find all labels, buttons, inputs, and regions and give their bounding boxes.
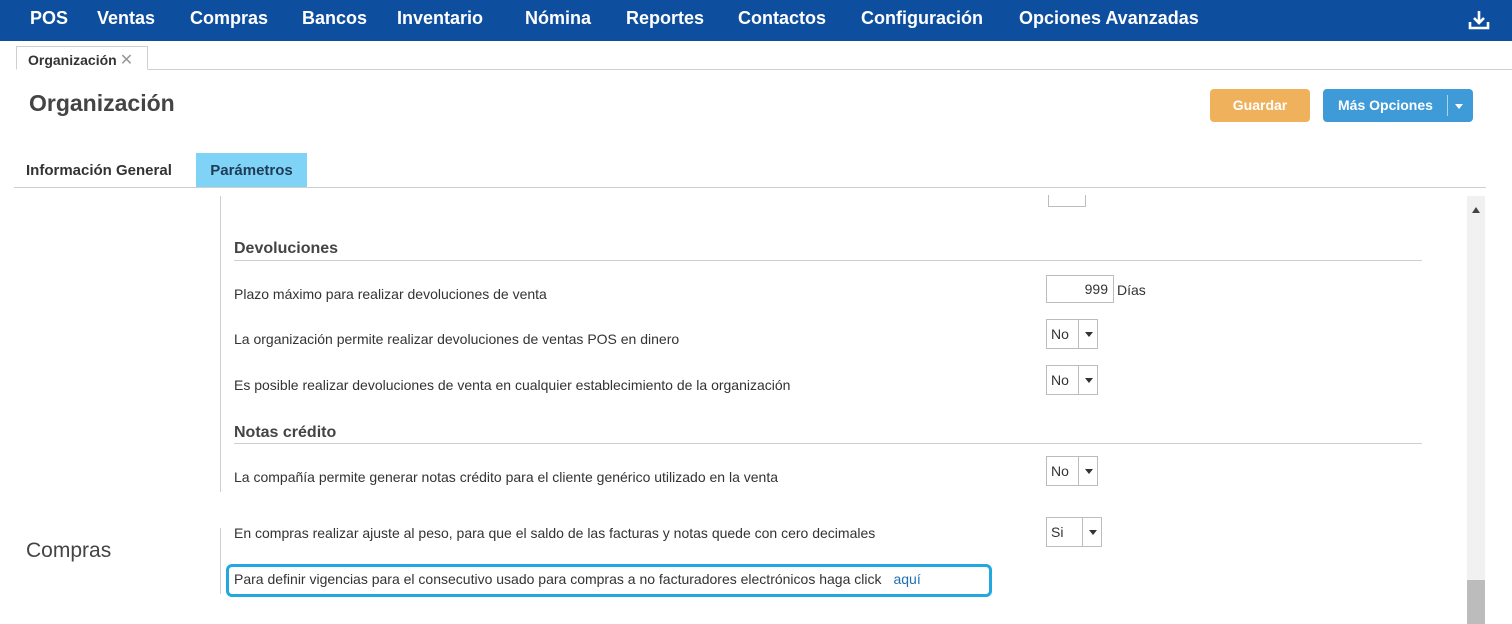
divider bbox=[234, 260, 1422, 261]
more-options-label: Más Opciones bbox=[1338, 97, 1433, 113]
scroll-up-icon[interactable] bbox=[1472, 207, 1480, 213]
nav-item-compras[interactable]: Compras bbox=[190, 8, 268, 29]
devolucion-dinero-label: La organización permite realizar devoluc… bbox=[234, 331, 680, 347]
chevron-down-icon bbox=[1089, 530, 1097, 535]
compras-vigencias-text: Para definir vigencias para el consecuti… bbox=[234, 571, 921, 587]
page-title: Organización bbox=[29, 90, 175, 116]
compras-ajuste-label: En compras realizar ajuste al peso, para… bbox=[234, 525, 876, 541]
compras-vigencias-label: Para definir vigencias para el consecuti… bbox=[234, 571, 882, 587]
section-tabs: Información General Parámetros bbox=[14, 153, 1486, 188]
nav-item-ventas[interactable]: Ventas bbox=[97, 8, 155, 29]
chevron-down-icon bbox=[1085, 469, 1093, 474]
nav-item-bancos[interactable]: Bancos bbox=[302, 8, 367, 29]
section-title-notas-credito: Notas crédito bbox=[234, 424, 337, 441]
nav-item-inventario[interactable]: Inventario bbox=[397, 8, 483, 29]
select-divider bbox=[1078, 457, 1079, 485]
section-title-compras: Compras bbox=[26, 539, 112, 562]
save-button[interactable]: Guardar bbox=[1210, 89, 1310, 122]
select-value: No bbox=[1051, 463, 1069, 479]
devolucion-establecimiento-label: Es posible realizar devoluciones de vent… bbox=[234, 377, 791, 393]
nav-item-opciones-avanzadas[interactable]: Opciones Avanzadas bbox=[1019, 8, 1199, 29]
notas-generico-select[interactable]: No bbox=[1046, 456, 1098, 486]
partial-input[interactable] bbox=[1048, 195, 1086, 207]
select-value: No bbox=[1051, 372, 1069, 388]
section-divider bbox=[220, 196, 221, 492]
devolucion-establecimiento-select[interactable]: No bbox=[1046, 365, 1098, 395]
compras-ajuste-select[interactable]: Si bbox=[1046, 517, 1102, 547]
chevron-down-icon bbox=[1085, 378, 1093, 383]
chevron-down-icon[interactable] bbox=[1455, 104, 1463, 109]
tab-parametros[interactable]: Parámetros bbox=[196, 153, 307, 187]
nav-item-configuracion[interactable]: Configuración bbox=[861, 8, 983, 29]
plazo-devolucion-unit: Días bbox=[1117, 282, 1146, 298]
select-value: Si bbox=[1051, 524, 1064, 540]
nav-item-pos[interactable]: POS bbox=[30, 8, 68, 29]
nav-item-contactos[interactable]: Contactos bbox=[738, 8, 826, 29]
page-tab-organizacion[interactable]: Organización ✕ bbox=[16, 46, 148, 70]
select-divider bbox=[1078, 320, 1079, 348]
close-icon[interactable]: ✕ bbox=[120, 52, 133, 69]
chevron-down-icon bbox=[1085, 332, 1093, 337]
devolucion-dinero-select[interactable]: No bbox=[1046, 319, 1098, 349]
select-value: No bbox=[1051, 326, 1069, 342]
select-divider bbox=[1078, 366, 1079, 394]
more-options-button[interactable]: Más Opciones bbox=[1323, 89, 1473, 122]
download-icon[interactable] bbox=[1468, 9, 1490, 31]
page-tab-label: Organización bbox=[28, 52, 117, 68]
scrollbar-thumb[interactable] bbox=[1467, 580, 1485, 624]
vertical-scrollbar[interactable] bbox=[1467, 196, 1485, 624]
page-tab-bar: Organización ✕ bbox=[16, 46, 1512, 70]
tab-informacion-general[interactable]: Información General bbox=[26, 153, 172, 187]
plazo-devolucion-label: Plazo máximo para realizar devoluciones … bbox=[234, 286, 547, 302]
divider bbox=[234, 443, 1422, 444]
select-divider bbox=[1082, 518, 1083, 546]
top-navbar: POS Ventas Compras Bancos Inventario Nóm… bbox=[0, 0, 1512, 41]
plazo-devolucion-input[interactable]: 999 bbox=[1046, 275, 1114, 303]
button-divider bbox=[1447, 95, 1448, 116]
vigencias-link[interactable]: aquí bbox=[893, 571, 920, 587]
notas-generico-label: La compañía permite generar notas crédit… bbox=[234, 469, 778, 485]
nav-item-nomina[interactable]: Nómina bbox=[525, 8, 591, 29]
section-divider bbox=[220, 528, 221, 594]
section-title-devoluciones: Devoluciones bbox=[234, 240, 339, 257]
nav-item-reportes[interactable]: Reportes bbox=[626, 8, 704, 29]
